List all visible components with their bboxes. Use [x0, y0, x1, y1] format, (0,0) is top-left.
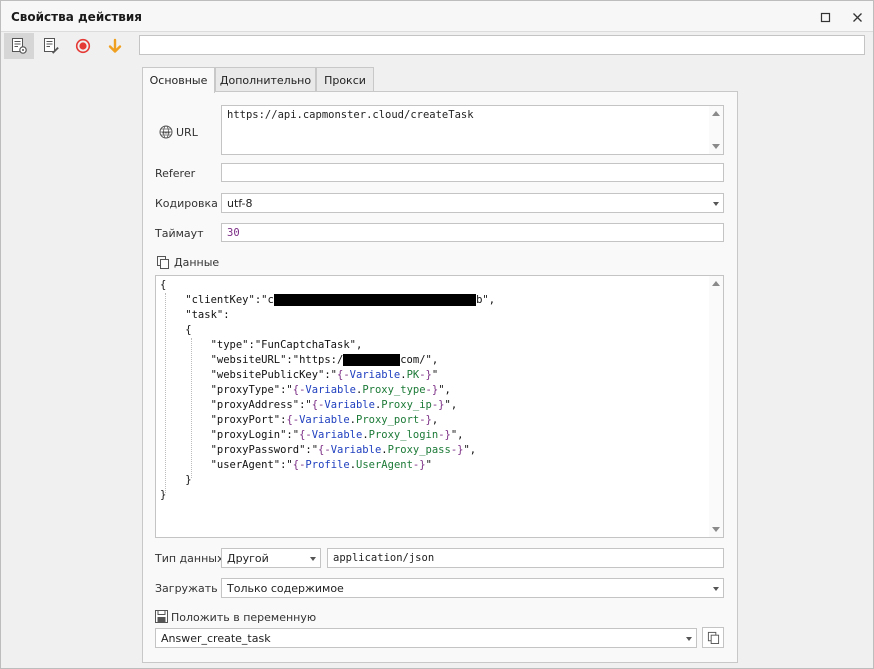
chevron-down-icon [310, 557, 316, 561]
url-label: URL [176, 126, 198, 139]
timeout-value: 30 [227, 227, 240, 239]
redacted-block: XXXXXXXXX [343, 354, 401, 366]
code-line: { [160, 324, 192, 336]
mime-type-input[interactable]: application/json [327, 548, 724, 568]
chevron-down-icon [713, 202, 719, 206]
load-label: Загружать [155, 582, 218, 595]
record-button[interactable] [68, 33, 98, 59]
maximize-button[interactable] [814, 6, 836, 28]
code-line: "proxyPassword":"{-Variable.Proxy_pass-}… [160, 444, 477, 456]
referer-input[interactable] [221, 163, 724, 182]
web-icon: www [159, 125, 173, 139]
properties-icon [12, 38, 27, 54]
code-line: "proxyAddress":"{-Variable.Proxy_ip-}", [160, 399, 458, 411]
step-down-button[interactable] [100, 33, 130, 59]
load-select[interactable]: Только содержимое [221, 578, 724, 598]
timeout-label: Таймаут [155, 227, 204, 240]
data-type-select[interactable]: Другой [221, 548, 321, 568]
data-code: { "clientKey":"cXXXXXXXXXXXXXXXXXXXXXXXX… [160, 278, 495, 503]
save-icon [155, 610, 168, 623]
save-var-label: Положить в переменную [171, 611, 317, 624]
copy-icon [157, 256, 169, 269]
code-line: "proxyLogin":"{-Variable.Proxy_login-}", [160, 429, 464, 441]
encoding-label: Кодировка [155, 197, 218, 210]
maximize-icon [820, 12, 830, 22]
copy-variable-button[interactable] [702, 627, 724, 648]
chevron-down-icon [713, 587, 719, 591]
notes-button[interactable] [36, 33, 66, 59]
load-value: Только содержимое [227, 582, 344, 595]
code-line: "proxyPort":{-Variable.Proxy_port-}, [160, 414, 439, 426]
title-bar[interactable]: Свойства действия [1, 1, 873, 32]
code-line: "type":"FunCaptchaTask", [160, 339, 363, 351]
url-value: https://api.capmonster.cloud/createTask [227, 109, 474, 121]
code-line: "userAgent":"{-Profile.UserAgent-}" [160, 459, 432, 471]
close-button[interactable] [846, 6, 868, 28]
url-scrollbar[interactable] [709, 106, 723, 154]
encoding-value: utf-8 [227, 197, 253, 210]
svg-text:www: www [161, 130, 170, 134]
encoding-select[interactable]: utf-8 [221, 193, 724, 213]
data-label: Данные [174, 256, 220, 269]
record-icon [75, 38, 91, 54]
data-type-value: Другой [227, 552, 269, 565]
code-line: "proxyType":"{-Variable.Proxy_type-}", [160, 384, 451, 396]
code-line: "clientKey":"cXXXXXXXXXXXXXXXXXXXXXXXXXX… [160, 294, 496, 306]
save-var-value: Answer_create_task [161, 632, 271, 645]
tab-proxy[interactable]: Прокси [316, 67, 374, 92]
save-var-select[interactable]: Answer_create_task [155, 628, 697, 648]
code-line: { [160, 279, 167, 291]
properties-button[interactable] [4, 33, 34, 59]
notes-icon [44, 38, 59, 54]
timeout-input[interactable]: 30 [221, 223, 724, 242]
code-line: } [160, 474, 192, 486]
main-tab-panel: www URL https://api.capmonster.cloud/cre… [142, 91, 738, 663]
copy-icon [707, 631, 719, 644]
data-type-label: Тип данных [155, 552, 224, 565]
tab-additional[interactable]: Дополнительно [215, 67, 316, 92]
comment-input[interactable] [139, 35, 865, 55]
code-line: "task": [160, 309, 230, 321]
chevron-down-icon [686, 637, 692, 641]
referer-label: Referer [155, 167, 196, 180]
redacted-block: XXXXXXXXXXXXXXXXXXXXXXXXXXXXXXXX [273, 294, 477, 306]
window-title: Свойства действия [11, 10, 143, 24]
arrow-down-icon [108, 38, 122, 53]
tab-main[interactable]: Основные [142, 67, 215, 93]
code-line: } [160, 489, 167, 501]
data-editor[interactable]: { "clientKey":"cXXXXXXXXXXXXXXXXXXXXXXXX… [155, 275, 724, 538]
code-line: "websitePublicKey":"{-Variable.PK-}" [160, 369, 439, 381]
url-input[interactable]: https://api.capmonster.cloud/createTask [221, 105, 724, 155]
data-scrollbar[interactable] [709, 276, 723, 537]
action-properties-window: Свойства действия Основные Дополнительно… [0, 0, 874, 669]
code-line: "websiteURL":"https:/XXXXXXXXXcom/", [160, 354, 439, 366]
close-icon [852, 12, 862, 22]
mime-type-value: application/json [333, 552, 435, 564]
